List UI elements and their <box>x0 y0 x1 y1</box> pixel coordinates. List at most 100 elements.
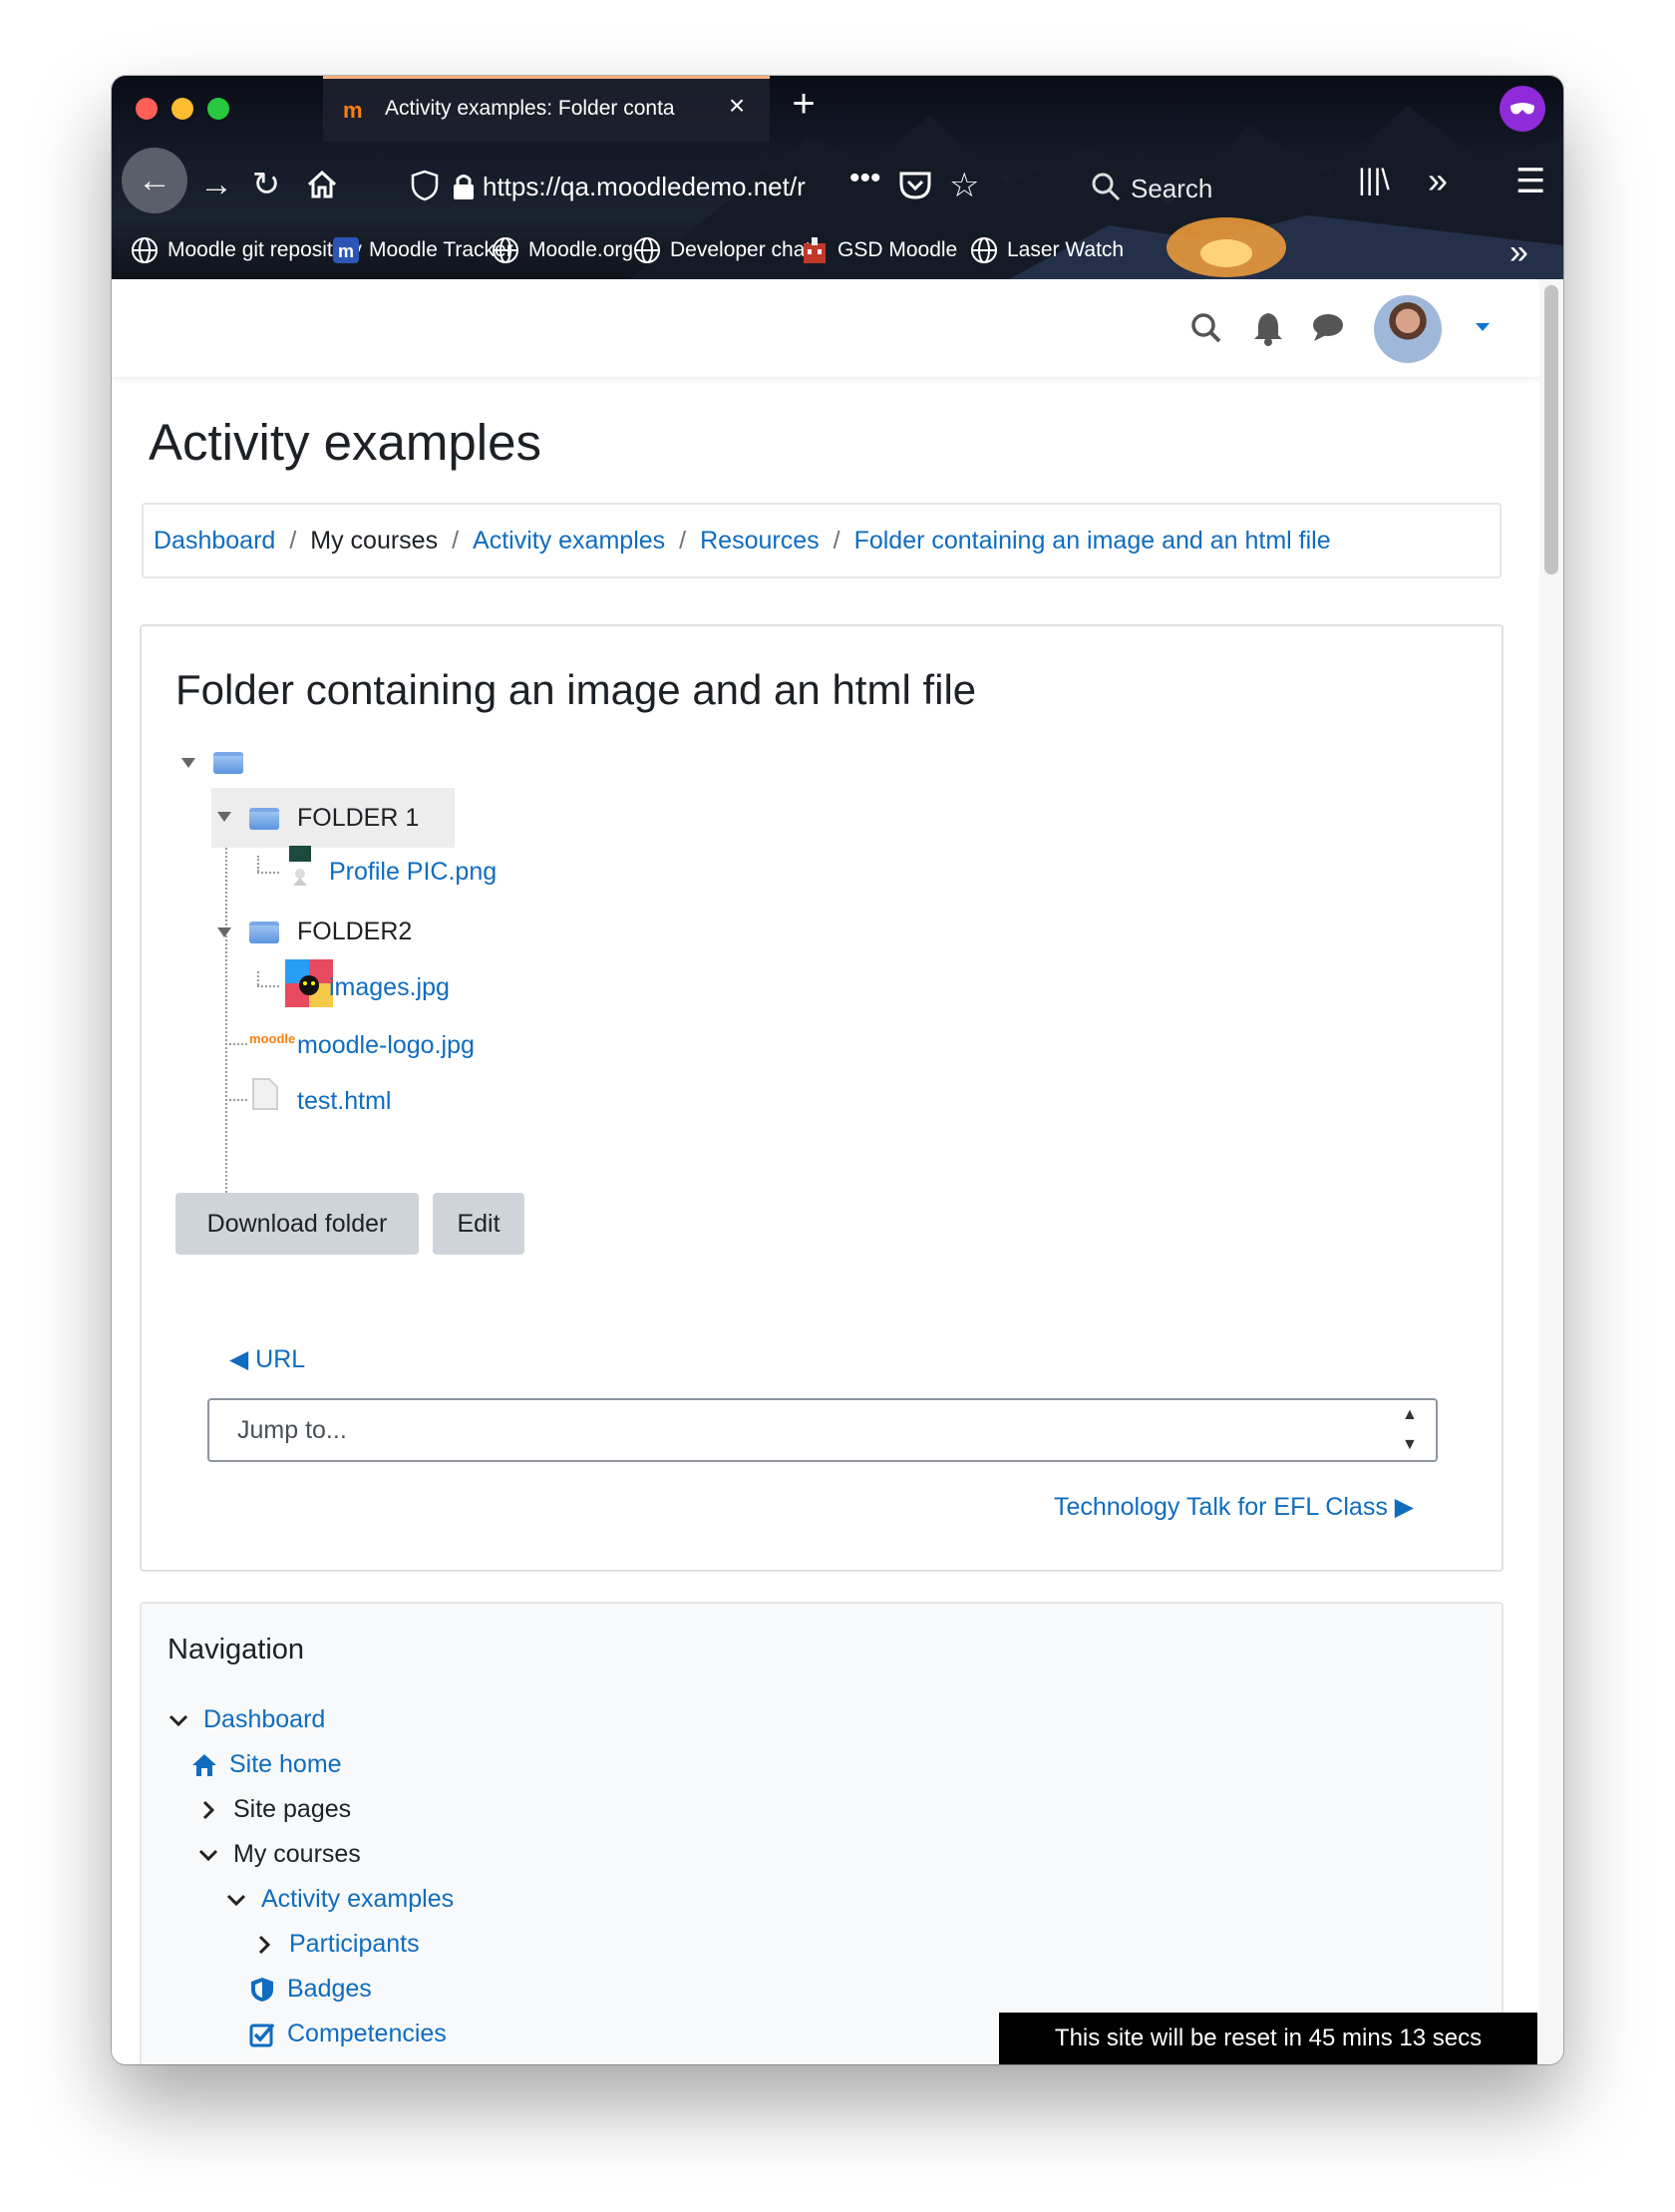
previous-activity-link[interactable]: ◀ URL <box>229 1344 305 1374</box>
scrollbar-thumb[interactable] <box>1544 285 1558 574</box>
messages-icon[interactable] <box>1310 307 1346 347</box>
folder-1-label[interactable]: FOLDER 1 <box>297 804 419 833</box>
address-bar[interactable]: https://qa.moodledemo.net/r ••• ☆ <box>411 158 1089 215</box>
breadcrumb-separator: / <box>679 526 687 554</box>
folder-heading: Folder containing an image and an html f… <box>175 666 977 713</box>
top-navbar <box>112 279 1539 377</box>
user-menu-caret-icon[interactable] <box>1476 323 1490 331</box>
next-activity-link[interactable]: Technology Talk for EFL Class ▶ <box>1054 1492 1414 1522</box>
folder-card: Folder containing an image and an html f… <box>140 624 1504 1572</box>
breadcrumb-folder[interactable]: Folder containing an image and an html f… <box>854 527 1331 555</box>
pocket-icon[interactable] <box>897 168 933 203</box>
user-avatar[interactable] <box>1374 295 1442 363</box>
bookmark-star-icon[interactable]: ☆ <box>949 166 979 205</box>
search-box[interactable]: Search <box>1085 164 1284 209</box>
back-button[interactable]: ← <box>122 148 187 213</box>
new-tab-button[interactable]: + <box>784 84 824 124</box>
breadcrumb-activity-examples[interactable]: Activity examples <box>473 527 665 555</box>
globe-icon <box>132 237 158 263</box>
select-arrows-icon: ▲ ▼ <box>1402 1406 1418 1453</box>
file-test-html[interactable]: test.html <box>297 1087 391 1116</box>
edit-button[interactable]: Edit <box>433 1193 524 1255</box>
svg-text:m: m <box>338 241 354 261</box>
search-icon[interactable] <box>1188 307 1224 347</box>
page-actions-icon[interactable]: ••• <box>849 162 881 195</box>
bookmark-item[interactable]: m Moodle Tracker <box>331 235 513 265</box>
notifications-bell-icon[interactable] <box>1250 307 1286 347</box>
breadcrumb-separator: / <box>833 526 840 554</box>
nav-label[interactable]: Site pages <box>233 1795 351 1824</box>
file-images-jpg[interactable]: images.jpg <box>329 973 450 1002</box>
bookmark-item[interactable]: Moodle.org <box>491 235 633 265</box>
breadcrumb-resources[interactable]: Resources <box>700 527 820 555</box>
nav-item-activity-examples[interactable]: Activity examples <box>225 1885 454 1914</box>
bookmark-label: Developer chat <box>670 238 812 261</box>
nav-label[interactable]: Badges <box>287 1975 372 2004</box>
moodle-favicon-icon: m <box>343 98 363 123</box>
tracking-protection-icon[interactable] <box>411 170 439 201</box>
nav-item-participants[interactable]: Participants <box>253 1930 420 1959</box>
bookmark-item[interactable]: Moodle git repository <box>130 235 362 265</box>
tree-line <box>225 816 227 1249</box>
jump-to-select[interactable]: Jump to... ▲ ▼ <box>207 1398 1438 1462</box>
toolbar-overflow-icon[interactable]: » <box>1428 160 1448 201</box>
bookmark-item[interactable]: GSD Moodle <box>800 235 957 265</box>
image-thumbnail-icon <box>285 959 333 1007</box>
chevron-down-icon[interactable] <box>168 1709 189 1731</box>
nav-item-badges[interactable]: Badges <box>249 1975 372 2004</box>
chevron-down-icon[interactable] <box>225 1889 247 1911</box>
nav-item-site-home[interactable]: Site home <box>191 1750 342 1779</box>
navigation-heading: Navigation <box>168 1634 305 1665</box>
tree-line <box>257 856 259 872</box>
tree-line <box>225 1099 247 1101</box>
close-tab-icon[interactable]: × <box>722 91 752 121</box>
download-folder-button[interactable]: Download folder <box>175 1193 419 1255</box>
globe-icon <box>493 237 518 263</box>
nav-item-competencies[interactable]: Competencies <box>249 2020 447 2048</box>
bookmark-item[interactable]: Developer chat <box>632 235 811 265</box>
nav-label[interactable]: Dashboard <box>203 1705 325 1734</box>
svg-text:moodle: moodle <box>249 1031 295 1046</box>
breadcrumb: Dashboard / My courses / Activity exampl… <box>142 503 1502 578</box>
bookmark-label: GSD Moodle <box>838 238 958 261</box>
breadcrumb-my-courses: My courses <box>310 526 439 554</box>
reload-button[interactable]: ↻ <box>243 162 289 207</box>
bookmarks-toolbar: Moodle git repository m Moodle Tracker M… <box>112 225 1563 277</box>
chevron-right-icon[interactable] <box>197 1799 219 1821</box>
bookmarks-overflow-icon[interactable]: » <box>1509 233 1528 272</box>
close-window-button[interactable] <box>136 98 158 120</box>
browser-tab[interactable]: m Activity examples: Folder conta × <box>323 76 770 142</box>
expand-folder2-icon[interactable] <box>217 927 231 937</box>
tree-line <box>257 872 279 874</box>
nav-item-my-courses[interactable]: My courses <box>197 1840 361 1869</box>
nav-item-site-pages[interactable]: Site pages <box>197 1795 351 1824</box>
file-profile-pic[interactable]: Profile PIC.png <box>329 858 497 887</box>
forward-button[interactable]: → <box>193 162 239 207</box>
breadcrumb-dashboard[interactable]: Dashboard <box>154 527 275 555</box>
nav-label[interactable]: Participants <box>289 1930 420 1959</box>
url-text[interactable]: https://qa.moodledemo.net/r <box>483 172 841 202</box>
nav-label[interactable]: Site home <box>229 1750 342 1779</box>
lock-icon[interactable] <box>451 172 477 201</box>
bookmark-item[interactable]: Laser Watch <box>969 235 1124 265</box>
browser-chrome: m Activity examples: Folder conta × + ← … <box>112 76 1563 279</box>
nav-label[interactable]: My courses <box>233 1840 361 1869</box>
menu-icon[interactable]: ☰ <box>1515 162 1545 201</box>
zoom-window-button[interactable] <box>207 98 229 120</box>
expand-root-icon[interactable] <box>181 758 195 768</box>
moodle-logo-thumbnail-icon: moodle <box>249 1031 295 1046</box>
file-moodle-logo[interactable]: moodle-logo.jpg <box>297 1031 475 1060</box>
nav-label[interactable]: Competencies <box>287 2020 447 2048</box>
chevron-down-icon[interactable] <box>197 1844 219 1866</box>
site-reset-notice: This site will be reset in 45 mins 13 se… <box>999 2013 1537 2064</box>
breadcrumb-separator: / <box>289 526 297 554</box>
home-button[interactable] <box>299 162 345 207</box>
jump-to-value: Jump to... <box>237 1416 347 1444</box>
library-icon[interactable]: |||\ <box>1358 164 1390 197</box>
nav-item-dashboard[interactable]: Dashboard <box>168 1705 325 1734</box>
expand-folder1-icon[interactable] <box>217 812 231 822</box>
nav-label[interactable]: Activity examples <box>261 1885 454 1914</box>
minimize-window-button[interactable] <box>171 98 193 120</box>
chevron-right-icon[interactable] <box>253 1934 275 1956</box>
folder-2-label[interactable]: FOLDER2 <box>297 918 412 946</box>
